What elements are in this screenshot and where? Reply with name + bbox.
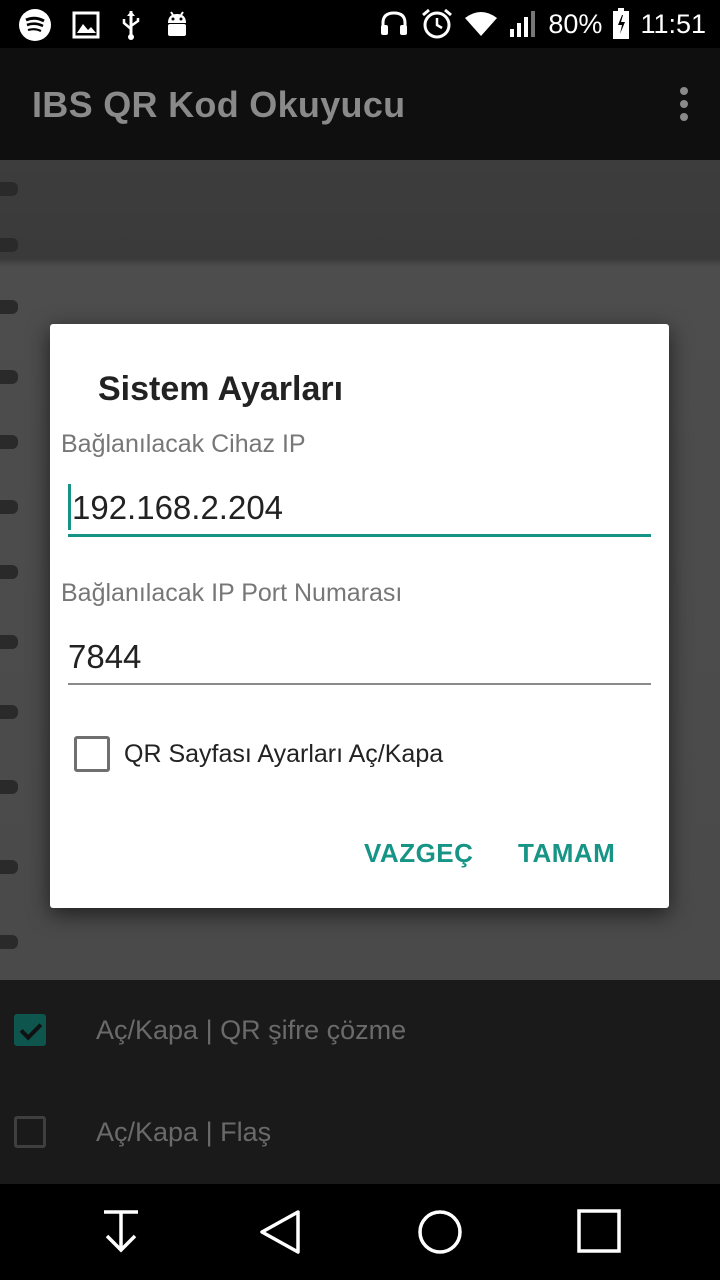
system-settings-dialog: Sistem Ayarları Bağlanılacak Cihaz IP 19… xyxy=(50,324,669,908)
ip-input[interactable]: 192.168.2.204 xyxy=(72,489,283,527)
app-title: IBS QR Kod Okuyucu xyxy=(32,84,406,125)
qr-decrypt-label: Aç/Kapa | QR şifre çözme xyxy=(96,1014,407,1045)
image-icon xyxy=(72,11,100,39)
recents-icon[interactable] xyxy=(576,1208,622,1259)
back-icon[interactable] xyxy=(258,1208,302,1261)
navigation-bar xyxy=(0,1184,720,1280)
preview-mark xyxy=(0,300,18,314)
clock: 11:51 xyxy=(640,9,706,39)
usb-icon xyxy=(120,9,142,41)
flash-checkbox[interactable] xyxy=(14,1116,46,1148)
qr-page-settings-checkbox[interactable] xyxy=(74,736,110,772)
text-cursor xyxy=(68,484,71,530)
preview-mark xyxy=(0,635,18,649)
flash-toggle[interactable]: Aç/Kapa | Flaş xyxy=(14,1116,271,1148)
preview-mark xyxy=(0,238,18,252)
alarm-icon xyxy=(420,7,454,41)
status-bar: 80% 11:51 xyxy=(0,0,720,48)
preview-mark xyxy=(0,500,18,514)
flash-label: Aç/Kapa | Flaş xyxy=(96,1116,272,1147)
overflow-menu-icon[interactable] xyxy=(678,86,690,127)
port-field-label: Bağlanılacak IP Port Numarası xyxy=(61,579,403,607)
home-icon[interactable] xyxy=(416,1208,464,1261)
preview-mark xyxy=(0,182,18,196)
qr-decrypt-toggle[interactable]: Aç/Kapa | QR şifre çözme xyxy=(14,1014,406,1046)
ok-button[interactable]: TAMAM xyxy=(518,838,615,869)
options-panel: Aç/Kapa | QR şifre çözme Aç/Kapa | Flaş xyxy=(0,980,720,1184)
qr-page-settings-label: QR Sayfası Ayarları Aç/Kapa xyxy=(124,739,444,768)
dialog-title: Sistem Ayarları xyxy=(98,370,344,408)
port-input[interactable]: 7844 xyxy=(68,638,141,676)
preview-mark xyxy=(0,435,18,449)
android-debug-icon xyxy=(162,10,192,40)
preview-mark xyxy=(0,705,18,719)
wifi-icon xyxy=(464,10,498,38)
spotify-icon xyxy=(18,8,52,42)
ip-field-label: Bağlanılacak Cihaz IP xyxy=(61,430,306,458)
battery-icon xyxy=(612,8,630,40)
port-input-underline xyxy=(68,683,651,685)
preview-mark xyxy=(0,860,18,874)
qr-page-settings-toggle[interactable]: QR Sayfası Ayarları Aç/Kapa xyxy=(74,736,443,772)
signal-icon xyxy=(508,9,538,39)
ip-input-underline xyxy=(68,534,651,537)
battery-percent: 80% xyxy=(548,9,603,39)
hide-keyboard-icon[interactable] xyxy=(100,1208,142,1261)
qr-decrypt-checkbox[interactable] xyxy=(14,1014,46,1046)
app-bar: IBS QR Kod Okuyucu xyxy=(0,48,720,160)
cancel-button[interactable]: VAZGEÇ xyxy=(364,838,473,869)
preview-mark xyxy=(0,935,18,949)
preview-mark xyxy=(0,565,18,579)
preview-mark xyxy=(0,370,18,384)
headset-icon xyxy=(378,8,410,40)
preview-mark xyxy=(0,780,18,794)
